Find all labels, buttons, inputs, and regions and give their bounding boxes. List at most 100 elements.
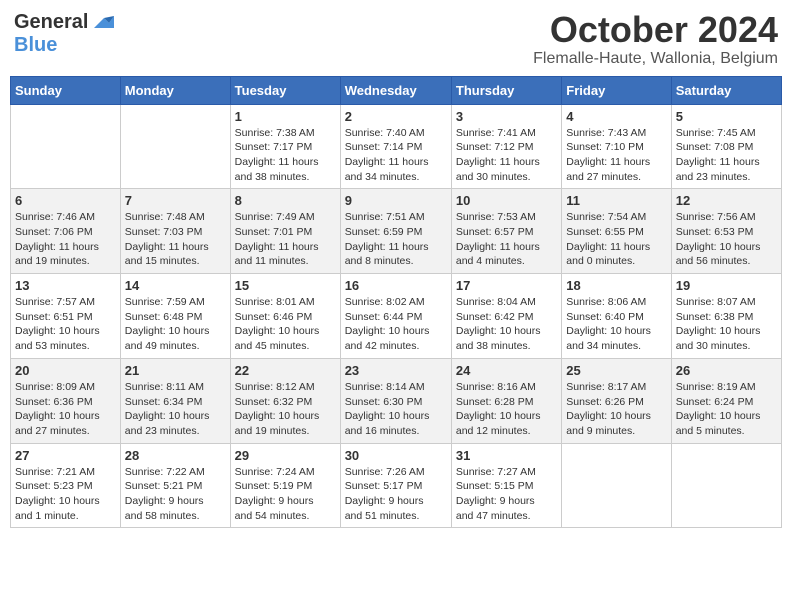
empty-cell [671, 443, 781, 528]
day-number: 4 [566, 109, 666, 124]
day-cell-4: 4 Sunrise: 7:43 AM Sunset: 7:10 PM Daylig… [562, 104, 671, 189]
day-cell-1: 1 Sunrise: 7:38 AM Sunset: 7:17 PM Daylig… [230, 104, 340, 189]
weekday-header-monday: Monday [120, 76, 230, 104]
week-row-2: 6 Sunrise: 7:46 AM Sunset: 7:06 PM Daylig… [11, 189, 782, 274]
day-info: Sunrise: 7:22 AM Sunset: 5:21 PM Dayligh… [125, 465, 226, 524]
day-number: 15 [235, 278, 336, 293]
day-cell-11: 11 Sunrise: 7:54 AM Sunset: 6:55 PM Dayli… [562, 189, 671, 274]
day-number: 31 [456, 448, 557, 463]
day-number: 2 [345, 109, 447, 124]
day-info: Sunrise: 7:45 AM Sunset: 7:08 PM Dayligh… [676, 126, 777, 185]
day-number: 17 [456, 278, 557, 293]
day-cell-7: 7Sunrise: 7:48 AM Sunset: 7:03 PM Daylig… [120, 189, 230, 274]
day-cell-14: 14 Sunrise: 7:59 AM Sunset: 6:48 PM Dayli… [120, 274, 230, 359]
day-info: Sunrise: 7:53 AM Sunset: 6:57 PM Dayligh… [456, 210, 557, 269]
day-number: 9 [345, 193, 447, 208]
day-info: Sunrise: 7:38 AM Sunset: 7:17 PM Dayligh… [235, 126, 336, 185]
day-cell-6: 6 Sunrise: 7:46 AM Sunset: 7:06 PM Daylig… [11, 189, 121, 274]
day-cell-9: 9Sunrise: 7:51 AM Sunset: 6:59 PM Daylig… [340, 189, 451, 274]
day-info: Sunrise: 7:27 AM Sunset: 5:15 PM Dayligh… [456, 465, 557, 524]
day-cell-22: 22 Sunrise: 8:12 AM Sunset: 6:32 PM Dayli… [230, 358, 340, 443]
day-cell-20: 20Sunrise: 8:09 AM Sunset: 6:36 PM Dayli… [11, 358, 121, 443]
day-info: Sunrise: 8:01 AM Sunset: 6:46 PM Dayligh… [235, 295, 336, 354]
day-cell-19: 19 Sunrise: 8:07 AM Sunset: 6:38 PM Dayli… [671, 274, 781, 359]
day-number: 29 [235, 448, 336, 463]
weekday-header-wednesday: Wednesday [340, 76, 451, 104]
day-cell-29: 29 Sunrise: 7:24 AM Sunset: 5:19 PM Dayli… [230, 443, 340, 528]
day-info: Sunrise: 7:26 AM Sunset: 5:17 PM Dayligh… [345, 465, 447, 524]
day-info: Sunrise: 7:40 AM Sunset: 7:14 PM Dayligh… [345, 126, 447, 185]
day-info: Sunrise: 7:41 AM Sunset: 7:12 PM Dayligh… [456, 126, 557, 185]
weekday-header-saturday: Saturday [671, 76, 781, 104]
day-cell-21: 21Sunrise: 8:11 AM Sunset: 6:34 PM Dayli… [120, 358, 230, 443]
day-info: Sunrise: 7:59 AM Sunset: 6:48 PM Dayligh… [125, 295, 226, 354]
day-number: 10 [456, 193, 557, 208]
weekday-header-row: SundayMondayTuesdayWednesdayThursdayFrid… [11, 76, 782, 104]
day-number: 19 [676, 278, 777, 293]
logo-icon [90, 10, 114, 34]
day-cell-26: 26 Sunrise: 8:19 AM Sunset: 6:24 PM Dayli… [671, 358, 781, 443]
weekday-header-tuesday: Tuesday [230, 76, 340, 104]
day-number: 23 [345, 363, 447, 378]
day-info: Sunrise: 8:07 AM Sunset: 6:38 PM Dayligh… [676, 295, 777, 354]
day-info: Sunrise: 8:14 AM Sunset: 6:30 PM Dayligh… [345, 380, 447, 439]
day-cell-3: 3 Sunrise: 7:41 AM Sunset: 7:12 PM Daylig… [451, 104, 561, 189]
day-info: Sunrise: 7:43 AM Sunset: 7:10 PM Dayligh… [566, 126, 666, 185]
day-cell-12: 12 Sunrise: 7:56 AM Sunset: 6:53 PM Dayli… [671, 189, 781, 274]
empty-cell [120, 104, 230, 189]
logo: General Blue [14, 10, 114, 57]
day-cell-30: 30 Sunrise: 7:26 AM Sunset: 5:17 PM Dayli… [340, 443, 451, 528]
title-section: October 2024 Flemalle-Haute, Wallonia, B… [533, 10, 778, 68]
day-cell-24: 24 Sunrise: 8:16 AM Sunset: 6:28 PM Dayli… [451, 358, 561, 443]
day-number: 28 [125, 448, 226, 463]
day-info: Sunrise: 7:49 AM Sunset: 7:01 PM Dayligh… [235, 210, 336, 269]
day-number: 13 [15, 278, 116, 293]
day-cell-13: 13Sunrise: 7:57 AM Sunset: 6:51 PM Dayli… [11, 274, 121, 359]
day-cell-27: 27Sunrise: 7:21 AM Sunset: 5:23 PM Dayli… [11, 443, 121, 528]
day-number: 18 [566, 278, 666, 293]
day-number: 3 [456, 109, 557, 124]
day-number: 6 [15, 193, 116, 208]
day-cell-16: 16Sunrise: 8:02 AM Sunset: 6:44 PM Dayli… [340, 274, 451, 359]
week-row-5: 27Sunrise: 7:21 AM Sunset: 5:23 PM Dayli… [11, 443, 782, 528]
day-cell-23: 23 Sunrise: 8:14 AM Sunset: 6:30 PM Dayli… [340, 358, 451, 443]
day-info: Sunrise: 7:54 AM Sunset: 6:55 PM Dayligh… [566, 210, 666, 269]
day-cell-25: 25Sunrise: 8:17 AM Sunset: 6:26 PM Dayli… [562, 358, 671, 443]
day-number: 12 [676, 193, 777, 208]
week-row-3: 13Sunrise: 7:57 AM Sunset: 6:51 PM Dayli… [11, 274, 782, 359]
weekday-header-thursday: Thursday [451, 76, 561, 104]
day-cell-31: 31 Sunrise: 7:27 AM Sunset: 5:15 PM Dayli… [451, 443, 561, 528]
day-number: 8 [235, 193, 336, 208]
day-number: 14 [125, 278, 226, 293]
day-number: 1 [235, 109, 336, 124]
day-info: Sunrise: 8:04 AM Sunset: 6:42 PM Dayligh… [456, 295, 557, 354]
day-cell-18: 18Sunrise: 8:06 AM Sunset: 6:40 PM Dayli… [562, 274, 671, 359]
day-info: Sunrise: 8:02 AM Sunset: 6:44 PM Dayligh… [345, 295, 447, 354]
day-number: 25 [566, 363, 666, 378]
day-number: 21 [125, 363, 226, 378]
month-title: October 2024 [533, 10, 778, 50]
day-number: 30 [345, 448, 447, 463]
logo-general: General [14, 11, 88, 34]
day-cell-2: 2 Sunrise: 7:40 AM Sunset: 7:14 PM Daylig… [340, 104, 451, 189]
empty-cell [11, 104, 121, 189]
day-info: Sunrise: 8:16 AM Sunset: 6:28 PM Dayligh… [456, 380, 557, 439]
calendar: SundayMondayTuesdayWednesdayThursdayFrid… [10, 76, 782, 529]
logo-blue: Blue [14, 34, 57, 57]
day-info: Sunrise: 8:09 AM Sunset: 6:36 PM Dayligh… [15, 380, 116, 439]
weekday-header-friday: Friday [562, 76, 671, 104]
day-info: Sunrise: 7:46 AM Sunset: 7:06 PM Dayligh… [15, 210, 116, 269]
day-info: Sunrise: 7:48 AM Sunset: 7:03 PM Dayligh… [125, 210, 226, 269]
day-number: 22 [235, 363, 336, 378]
day-info: Sunrise: 8:12 AM Sunset: 6:32 PM Dayligh… [235, 380, 336, 439]
week-row-4: 20Sunrise: 8:09 AM Sunset: 6:36 PM Dayli… [11, 358, 782, 443]
day-number: 24 [456, 363, 557, 378]
day-number: 11 [566, 193, 666, 208]
day-info: Sunrise: 7:24 AM Sunset: 5:19 PM Dayligh… [235, 465, 336, 524]
day-cell-10: 10 Sunrise: 7:53 AM Sunset: 6:57 PM Dayli… [451, 189, 561, 274]
day-number: 26 [676, 363, 777, 378]
day-number: 5 [676, 109, 777, 124]
day-info: Sunrise: 7:56 AM Sunset: 6:53 PM Dayligh… [676, 210, 777, 269]
page-header: General Blue October 2024 Flemalle-Haute… [10, 10, 782, 68]
day-info: Sunrise: 8:19 AM Sunset: 6:24 PM Dayligh… [676, 380, 777, 439]
